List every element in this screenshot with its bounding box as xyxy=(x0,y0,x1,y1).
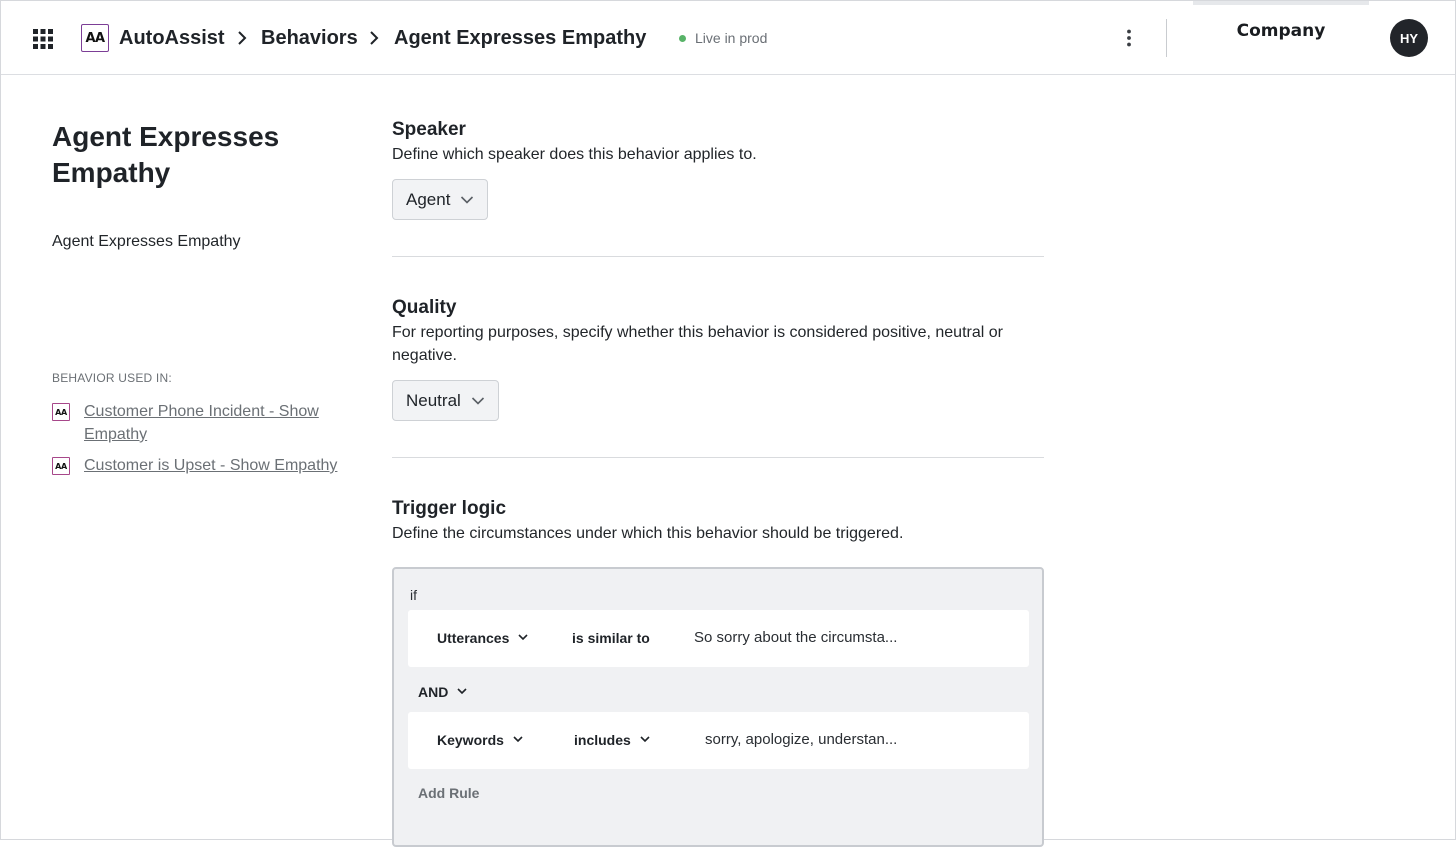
used-in-label: BEHAVIOR USED IN: xyxy=(52,371,172,385)
status-dot-icon xyxy=(679,35,686,42)
speaker-section-description: Define which speaker does this behavior … xyxy=(392,146,757,163)
company-switcher[interactable]: Company xyxy=(1193,1,1369,59)
add-rule-button[interactable]: Add Rule xyxy=(418,784,479,802)
top-navigation-bar: AA AutoAssist Behaviors Agent Expresses … xyxy=(1,1,1455,75)
user-avatar[interactable]: HY xyxy=(1390,19,1428,57)
used-in-link-customer-is-upset[interactable]: Customer is Upset - Show Empathy xyxy=(84,454,344,477)
rule-field-value: Keywords xyxy=(437,732,504,748)
section-divider xyxy=(392,256,1044,257)
rule-field-select[interactable]: Utterances xyxy=(437,629,528,647)
breadcrumb-autoassist[interactable]: AutoAssist xyxy=(119,25,225,51)
kebab-menu-icon[interactable] xyxy=(1119,28,1139,48)
if-label: if xyxy=(410,587,417,603)
logic-operator-select[interactable]: AND xyxy=(418,683,467,701)
quality-select-value: Neutral xyxy=(406,390,461,410)
page-title: Agent Expresses Empathy xyxy=(52,121,280,188)
autoassist-logo[interactable]: AA xyxy=(81,24,109,52)
chevron-right-icon xyxy=(370,31,379,45)
rule-operator-select[interactable]: includes xyxy=(574,731,650,749)
status-text: Live in prod xyxy=(695,30,768,46)
rule-row: Utterances is similar to So sorry about … xyxy=(408,610,1029,667)
quality-section-title: Quality xyxy=(392,297,457,318)
used-in-link-customer-phone-incident[interactable]: Customer Phone Incident - Show Empathy xyxy=(84,400,344,446)
rule-field-select[interactable]: Keywords xyxy=(437,731,523,749)
behavior-description: Agent Expresses Empathy xyxy=(52,233,241,250)
logic-operator-value: AND xyxy=(418,684,449,700)
chevron-down-icon xyxy=(461,195,474,204)
quality-section-description: For reporting purposes, specify whether … xyxy=(392,324,1003,364)
trigger-logic-section-description: Define the circumstances under which thi… xyxy=(392,525,904,542)
rule-field-value: Utterances xyxy=(437,630,510,646)
speaker-select-value: Agent xyxy=(406,189,451,209)
chevron-down-icon xyxy=(513,736,523,743)
breadcrumb-current-page: Agent Expresses Empathy xyxy=(394,27,647,49)
chevron-down-icon xyxy=(457,688,467,695)
chevron-down-icon xyxy=(518,634,528,641)
section-divider xyxy=(392,457,1044,458)
rule-value-input[interactable]: So sorry about the circumsta... xyxy=(694,629,897,647)
speaker-select[interactable]: Agent xyxy=(392,179,489,220)
quality-select[interactable]: Neutral xyxy=(392,380,499,421)
trigger-logic-builder: if Utterances is similar to So sorry abo… xyxy=(392,567,1044,847)
trigger-logic-section-title: Trigger logic xyxy=(392,498,507,519)
rule-operator[interactable]: is similar to xyxy=(572,629,650,647)
header-divider xyxy=(1166,19,1167,57)
chevron-down-icon xyxy=(471,396,484,405)
autoassist-logo-icon: AA xyxy=(52,457,70,475)
rule-value-input[interactable]: sorry, apologize, understan... xyxy=(705,731,897,749)
autoassist-logo-icon: AA xyxy=(52,403,70,421)
chevron-down-icon xyxy=(640,736,650,743)
status-badge: Live in prod xyxy=(679,29,767,47)
breadcrumb-behaviors[interactable]: Behaviors xyxy=(261,25,358,51)
speaker-section-title: Speaker xyxy=(392,119,466,140)
rule-operator-value: includes xyxy=(574,732,631,748)
chevron-right-icon xyxy=(238,31,247,45)
rule-row: Keywords includes sorry, apologize, unde… xyxy=(408,712,1029,769)
app-grid-icon[interactable] xyxy=(33,29,53,49)
